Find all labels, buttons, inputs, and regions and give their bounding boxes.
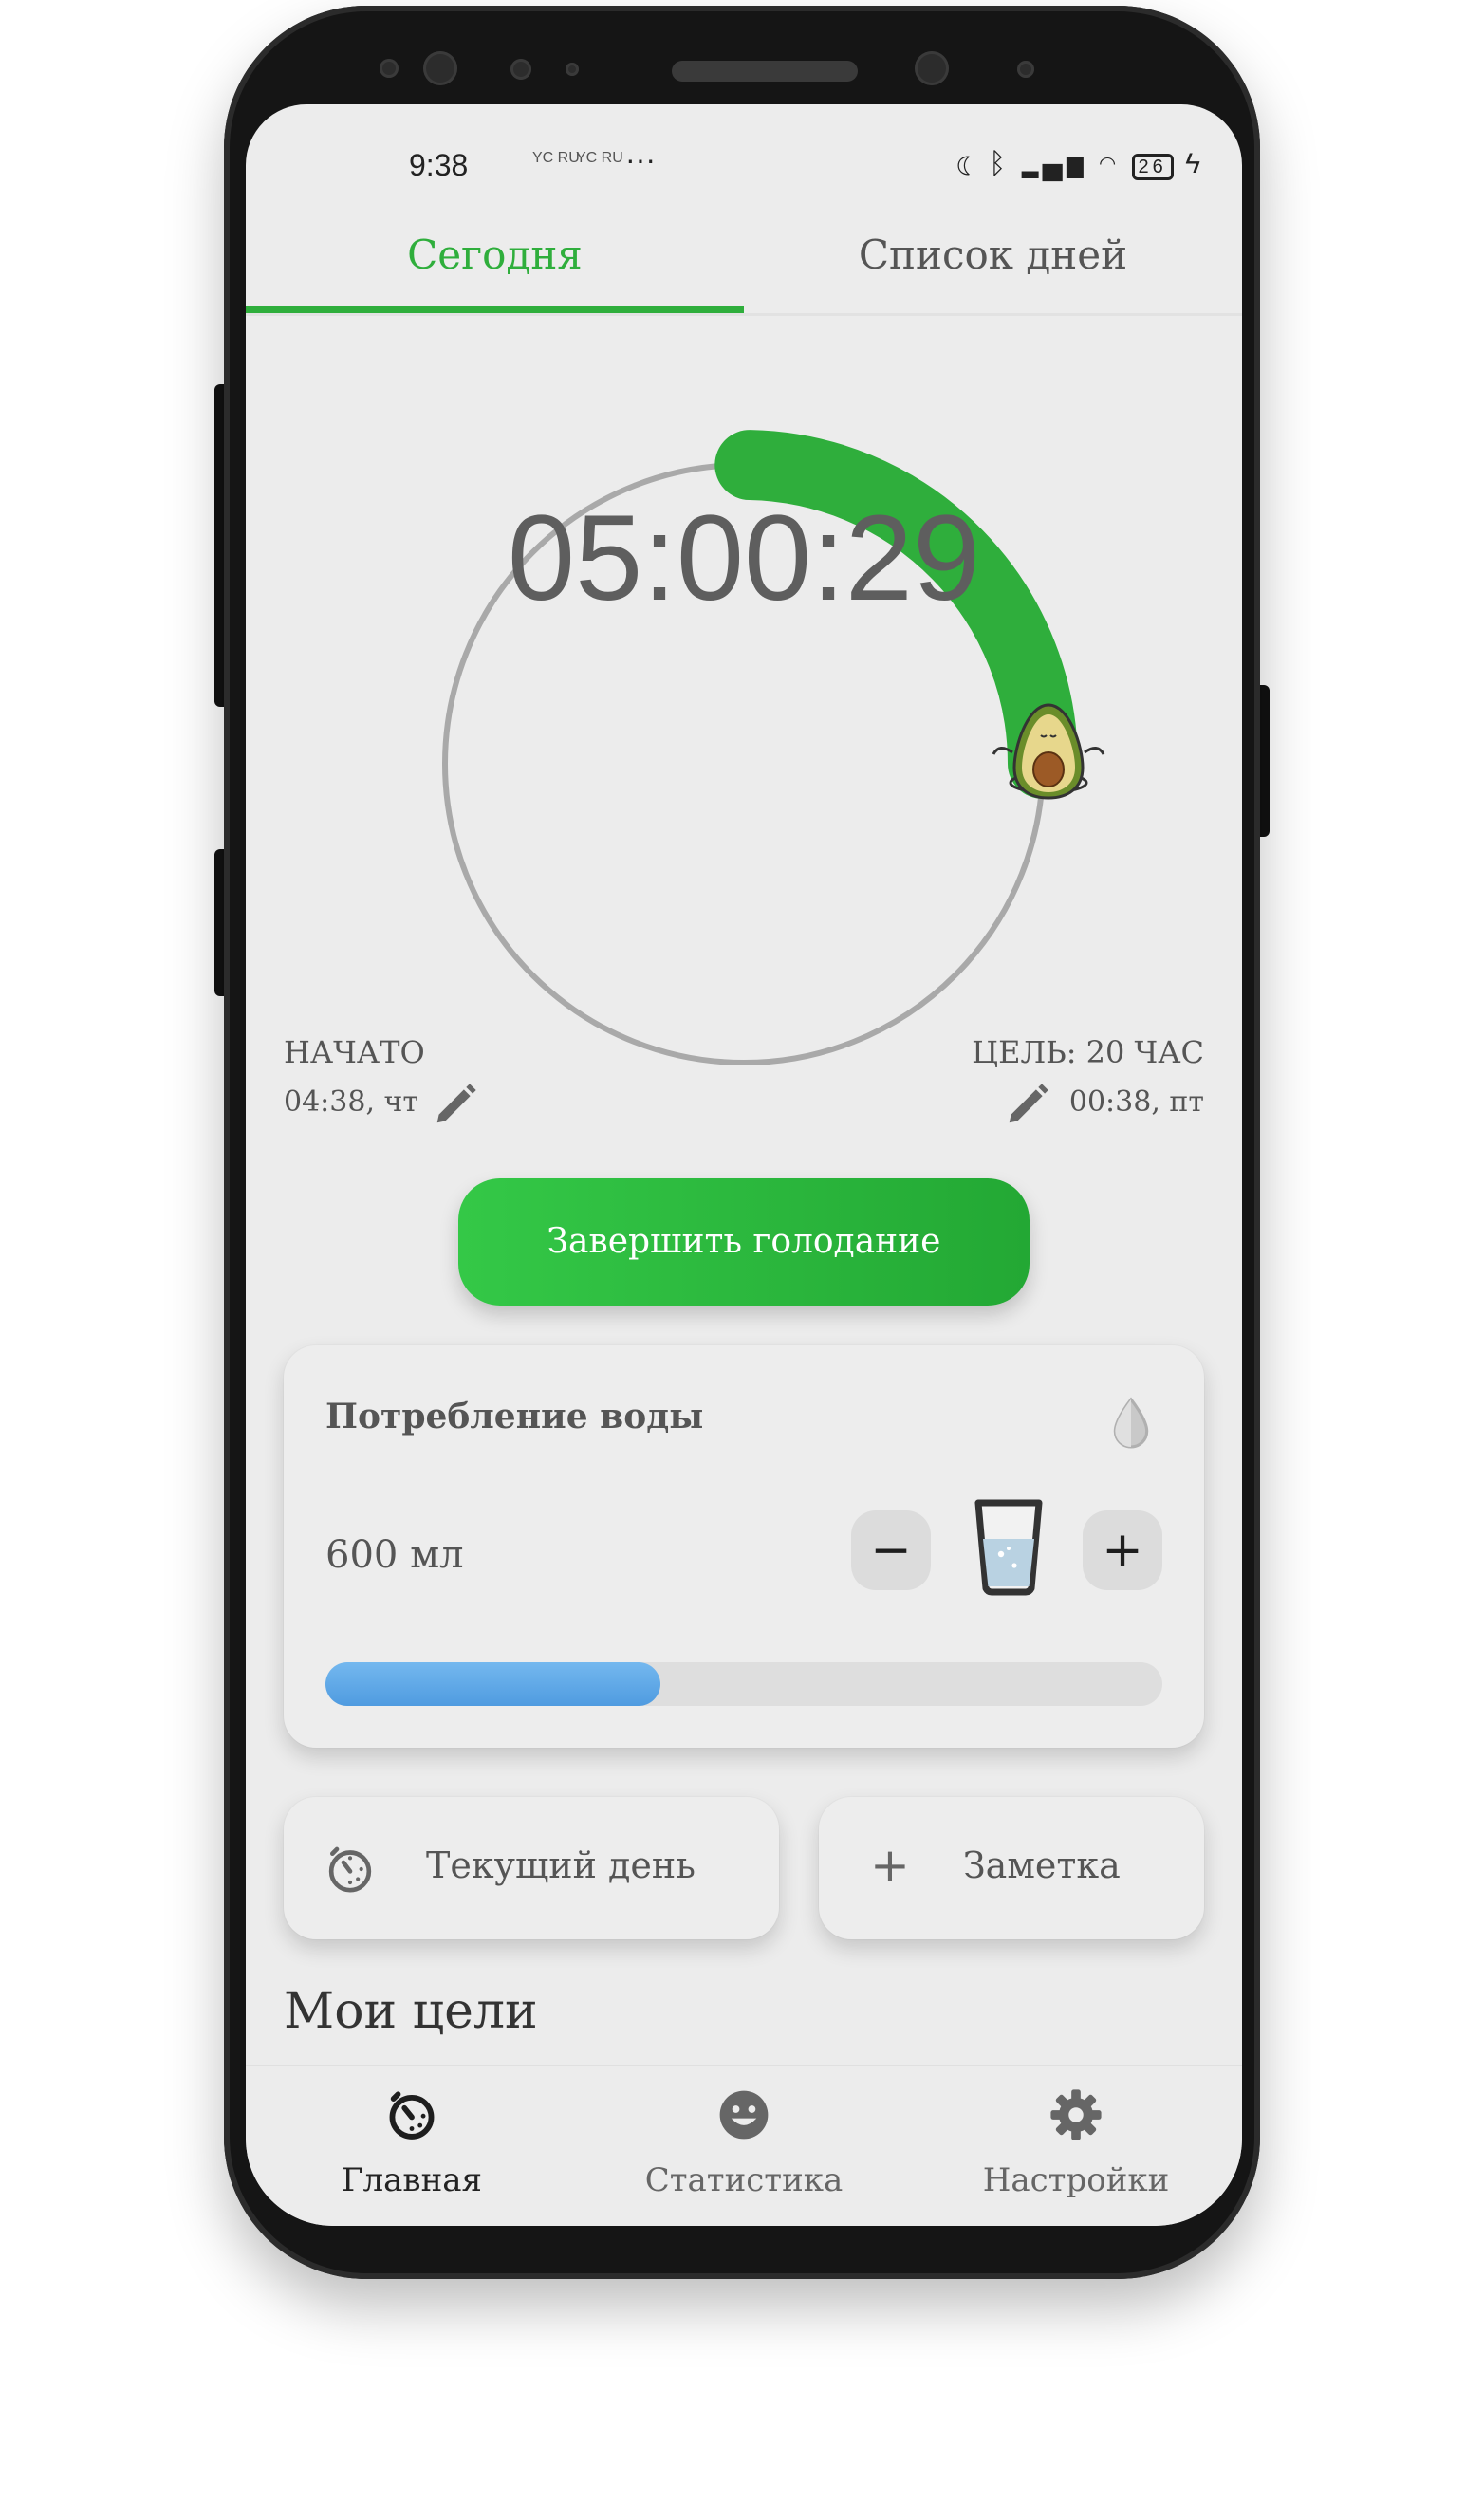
add-note-button[interactable]: + Заметка [819,1797,1204,1939]
timer-ring [442,430,1105,1065]
start-label: НАЧАТО [284,1034,425,1070]
nav-statistics[interactable]: Статистика [578,2066,910,2226]
current-day-button[interactable]: Текущий день [284,1797,779,1939]
timer-icon [389,2091,435,2140]
tab-day-list[interactable]: Список дней [744,232,1242,278]
water-glass-icon [974,1499,1043,1596]
water-drop-icon[interactable] [1107,1395,1155,1452]
status-bar: 9:38 YC RU YC RU ··· ☾ ᛒ ▂▄▆ ◠ 26 ϟ [246,139,1242,195]
nav-statistics-label: Статистика [644,2161,844,2199]
water-increase-button[interactable]: + [1083,1510,1162,1590]
gear-icon [1050,2089,1102,2140]
status-time: 9:38 [409,148,469,182]
timer-elapsed: 05:00:29 [507,491,981,626]
goal-value: 00:38, пт [1068,1085,1204,1119]
current-day-label: Текущий день [426,1844,696,1886]
nav-settings-label: Настройки [982,2161,1170,2199]
water-decrease-button[interactable]: − [851,1510,931,1590]
start-value: 04:38, чт [284,1085,418,1119]
wifi-icon: ◠ [1099,148,1121,179]
battery-icon: 26 [1131,154,1174,180]
charging-icon: ϟ [1185,148,1204,179]
water-progress-track [325,1662,1162,1706]
plus-icon: + [870,1838,910,1893]
end-fasting-button[interactable]: Завершить голодание [458,1178,1030,1306]
note-label: Заметка [963,1844,1121,1886]
goal-label: ЦЕЛЬ: 20 ЧАС [972,1034,1204,1070]
status-icons: ☾ ᛒ ▂▄▆ ◠ 26 ϟ [956,148,1204,180]
fasting-timer [246,313,1242,1091]
water-title: Потребление воды [325,1397,704,1436]
nav-home[interactable]: Главная [246,2066,578,2226]
tab-indicator [246,306,744,313]
nav-settings[interactable]: Настройки [910,2066,1242,2226]
edit-start-pencil-icon[interactable] [431,1078,482,1129]
carrier-2-icon: YC RU [576,150,623,166]
signal-icon: ▂▄▆ [1021,148,1087,179]
water-progress-fill [325,1662,660,1706]
earpiece-speaker [672,61,858,82]
status-more-icon: ··· [625,142,656,176]
carrier-1-icon: YC RU [532,150,580,166]
smiley-icon [719,2090,769,2140]
tab-today[interactable]: Сегодня [246,232,744,278]
water-amount: 600 мл [325,1533,464,1577]
tab-bar: Сегодня Список дней [246,209,1242,316]
bottom-navigation: Главная Статистика Настройки [246,2065,1242,2226]
nav-home-label: Главная [342,2161,482,2199]
moon-icon: ☾ [955,148,977,179]
my-goals-heading: Мои цели [284,1983,538,2040]
app-screen: 9:38 YC RU YC RU ··· ☾ ᛒ ▂▄▆ ◠ 26 ϟ Сего… [246,104,1242,2226]
edit-goal-pencil-icon[interactable] [1003,1078,1054,1129]
water-intake-card: Потребление воды 600 мл − + [284,1345,1204,1748]
stopwatch-icon [328,1846,372,1893]
bluetooth-icon: ᛒ [989,148,1011,179]
